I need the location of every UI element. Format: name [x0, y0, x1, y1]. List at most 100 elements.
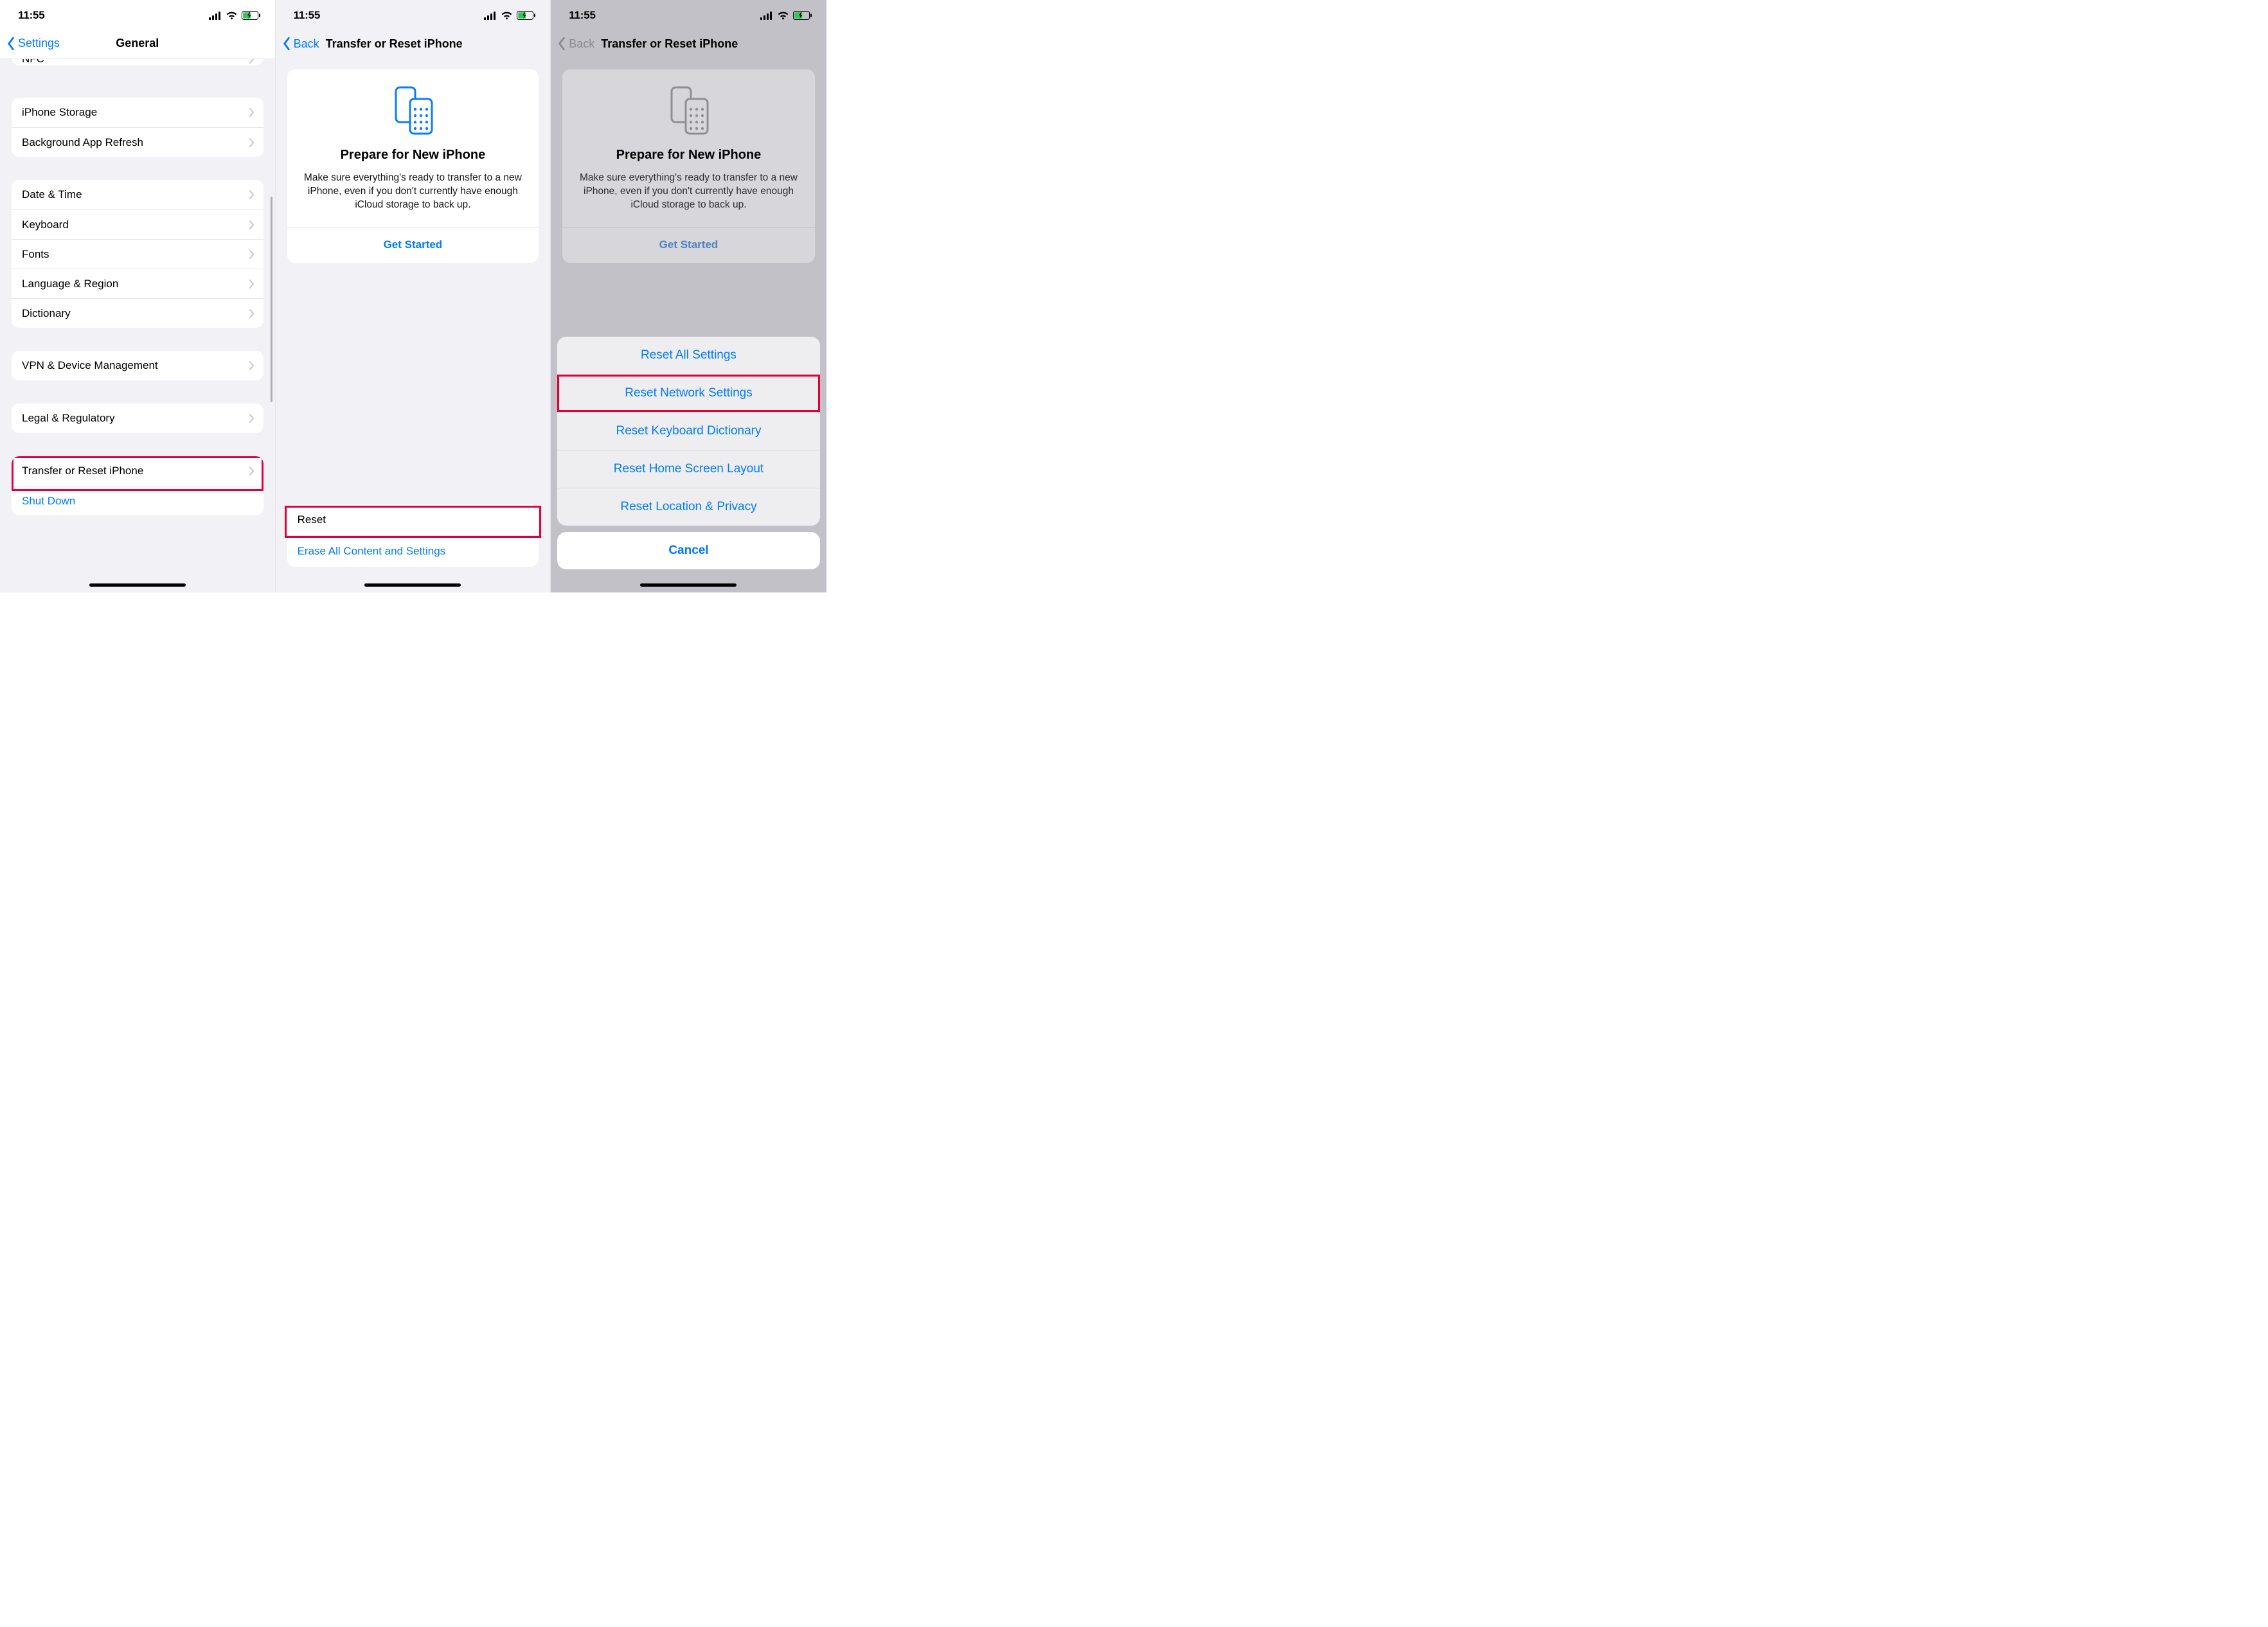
row-dictionary[interactable]: Dictionary	[12, 298, 263, 328]
status-bar: 11:55	[0, 0, 275, 28]
row-label: VPN & Device Management	[22, 359, 158, 372]
chevron-left-icon	[557, 37, 566, 51]
scrollbar[interactable]	[271, 197, 272, 402]
nav-bar: Back Transfer or Reset iPhone	[551, 28, 826, 59]
action-sheet: Reset All Settings Reset Network Setting…	[557, 337, 820, 569]
wifi-icon	[501, 12, 513, 20]
settings-group-vpn: VPN & Device Management	[12, 351, 263, 380]
option-reset-keyboard-dictionary[interactable]: Reset Keyboard Dictionary	[557, 412, 820, 450]
chevron-right-icon	[249, 413, 254, 423]
row-nfc[interactable]: NFC	[12, 59, 263, 66]
transfer-devices-icon	[300, 85, 526, 136]
row-label: Shut Down	[22, 495, 75, 508]
back-button[interactable]: Settings	[6, 37, 60, 51]
back-label: Back	[294, 37, 319, 51]
row-shut-down[interactable]: Shut Down	[12, 486, 263, 515]
row-label: Legal & Regulatory	[22, 412, 115, 425]
screen-reset-actionsheet: 11:55 Back Transfer or Reset iPhone	[551, 0, 826, 592]
back-label: Back	[569, 37, 594, 51]
chevron-left-icon	[282, 37, 291, 51]
row-iphone-storage[interactable]: iPhone Storage	[12, 98, 263, 127]
row-legal-regulatory[interactable]: Legal & Regulatory	[12, 404, 263, 433]
row-label: Keyboard	[22, 218, 69, 231]
cancel-button[interactable]: Cancel	[557, 532, 820, 569]
chevron-right-icon	[249, 360, 254, 371]
row-label: Dictionary	[22, 307, 71, 320]
row-reset[interactable]: Reset	[287, 504, 539, 535]
chevron-right-icon	[249, 308, 254, 319]
back-label: Settings	[18, 37, 60, 50]
row-vpn-device-management[interactable]: VPN & Device Management	[12, 351, 263, 380]
settings-group-storage: iPhone Storage Background App Refresh	[12, 98, 263, 157]
battery-charging-icon	[517, 11, 536, 20]
chevron-right-icon	[249, 138, 254, 148]
screen-general: 11:55 Settings General NFC	[0, 0, 276, 592]
chevron-right-icon	[249, 107, 254, 118]
status-time: 11:55	[569, 9, 596, 22]
row-label: Background App Refresh	[22, 136, 143, 149]
wifi-icon	[226, 12, 238, 20]
option-reset-home-screen-layout[interactable]: Reset Home Screen Layout	[557, 450, 820, 488]
row-label: NFC	[22, 59, 44, 66]
reset-group: Reset Erase All Content and Settings	[287, 504, 539, 567]
get-started-button[interactable]: Get Started	[300, 228, 526, 263]
option-reset-network-settings[interactable]: Reset Network Settings	[557, 374, 820, 412]
row-keyboard[interactable]: Keyboard	[12, 209, 263, 239]
row-label: iPhone Storage	[22, 106, 97, 119]
status-icons	[484, 11, 536, 20]
row-label: Language & Region	[22, 278, 118, 290]
row-label: Transfer or Reset iPhone	[22, 465, 143, 477]
chevron-right-icon	[249, 59, 254, 64]
row-label: Date & Time	[22, 188, 82, 201]
row-background-app-refresh[interactable]: Background App Refresh	[12, 127, 263, 157]
status-bar: 11:55	[276, 0, 551, 28]
option-reset-location-privacy[interactable]: Reset Location & Privacy	[557, 488, 820, 526]
cellular-icon	[484, 12, 497, 20]
action-sheet-options: Reset All Settings Reset Network Setting…	[557, 337, 820, 526]
card-description: Make sure everything's ready to transfer…	[300, 172, 526, 212]
nav-bar: Settings General	[0, 28, 275, 59]
option-reset-all-settings[interactable]: Reset All Settings	[557, 337, 820, 374]
nav-title: Transfer or Reset iPhone	[601, 37, 738, 51]
row-transfer-or-reset-iphone[interactable]: Transfer or Reset iPhone	[12, 456, 263, 486]
transfer-devices-icon	[575, 85, 802, 136]
nav-bar: Back Transfer or Reset iPhone	[276, 28, 551, 59]
card-description: Make sure everything's ready to transfer…	[575, 172, 802, 212]
row-fonts[interactable]: Fonts	[12, 239, 263, 269]
status-time: 11:55	[18, 9, 45, 22]
chevron-right-icon	[249, 249, 254, 260]
get-started-button[interactable]: Get Started	[575, 228, 802, 263]
screen-transfer-reset: 11:55 Back Transfer or Reset iPhone	[276, 0, 551, 592]
wifi-icon	[777, 12, 789, 20]
home-indicator[interactable]	[89, 583, 186, 587]
prepare-card: Prepare for New iPhone Make sure everyth…	[287, 69, 539, 263]
settings-group-legal: Legal & Regulatory	[12, 404, 263, 433]
card-heading: Prepare for New iPhone	[575, 148, 802, 163]
status-icons	[760, 11, 812, 20]
row-label: Fonts	[22, 248, 49, 261]
settings-group-reset: Transfer or Reset iPhone Shut Down	[12, 456, 263, 515]
status-time: 11:55	[294, 9, 321, 22]
battery-charging-icon	[793, 11, 812, 20]
status-bar: 11:55	[551, 0, 826, 28]
back-button[interactable]: Back	[557, 37, 594, 51]
battery-charging-icon	[242, 11, 261, 20]
cellular-icon	[760, 12, 773, 20]
chevron-right-icon	[249, 466, 254, 476]
nav-title: General	[116, 37, 159, 50]
row-erase-all-content[interactable]: Erase All Content and Settings	[287, 535, 539, 567]
row-date-time[interactable]: Date & Time	[12, 180, 263, 209]
card-heading: Prepare for New iPhone	[300, 148, 526, 163]
chevron-right-icon	[249, 220, 254, 230]
settings-group-locale: Date & Time Keyboard Fonts Language & Re…	[12, 180, 263, 328]
status-icons	[209, 11, 261, 20]
home-indicator[interactable]	[640, 583, 737, 587]
settings-group-partial: NFC	[12, 59, 263, 66]
nav-title: Transfer or Reset iPhone	[326, 37, 463, 51]
settings-scroll[interactable]: NFC iPhone Storage Background App Refres…	[0, 59, 275, 592]
back-button[interactable]: Back	[282, 37, 319, 51]
row-language-region[interactable]: Language & Region	[12, 269, 263, 298]
home-indicator[interactable]	[364, 583, 461, 587]
prepare-card-dimmed: Prepare for New iPhone Make sure everyth…	[562, 69, 815, 263]
chevron-right-icon	[249, 190, 254, 200]
